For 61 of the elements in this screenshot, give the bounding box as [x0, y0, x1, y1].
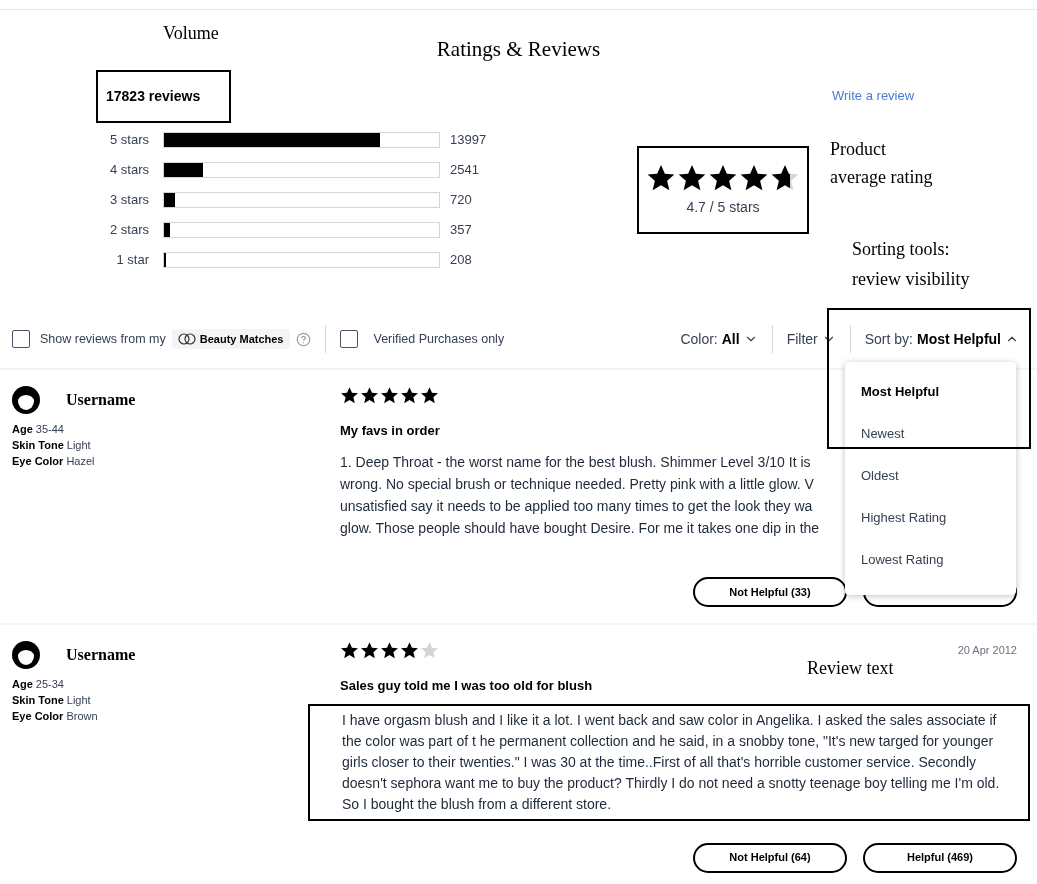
review-count: 17823 reviews [96, 70, 231, 123]
rating-count: 357 [450, 221, 472, 240]
annotation-label: Product average rating [830, 138, 933, 189]
rating-label: 4 stars [109, 161, 149, 180]
reviewer-detail: Skin Tone Light [12, 693, 92, 708]
rating-count: 2541 [450, 161, 479, 180]
beauty-matches-badge[interactable]: Beauty Matches [171, 328, 290, 350]
username: Username [66, 645, 136, 665]
avatar-icon [12, 641, 40, 669]
rating-label: 3 stars [109, 191, 149, 210]
star-icon [400, 386, 419, 405]
rings-icon [177, 333, 196, 345]
annotation-label: Sorting tools: review visibility [852, 238, 970, 291]
sort-option[interactable]: Most Helpful [845, 382, 1016, 424]
reviewer-detail: Eye Color Hazel [12, 454, 96, 469]
star-icon [420, 641, 439, 660]
review-date: 20 Apr 2012 [957, 643, 1017, 659]
review-text: I have orgasm blush and I like it a lot. I went back and saw color in Angelika. I asked the sales associate if the color was part of t he permanent collection and he said, in a snobby tone, "It's new targed for younger girls closer to their twenties." I was 30 at the time..First of all that's horrible customer service. Secondly doesn't sephora want me to buy the product? Thirdly I do not need a snotty teenage boy telling me I'm old. So I bought the blush from a different store. [308, 703, 1030, 821]
rating-count: 13997 [450, 131, 487, 150]
sort-option[interactable]: Highest Rating [845, 508, 1016, 550]
help-icon[interactable] [295, 331, 311, 347]
star-icon [380, 386, 399, 405]
section-heading: Ratings & Reviews [436, 36, 601, 62]
rating-label: 5 stars [109, 131, 149, 150]
star-icon [340, 641, 359, 660]
helpful-button[interactable]: Helpful (469) [863, 842, 1017, 873]
sort-dropdown[interactable]: Sort by: Most Helpful [864, 328, 1019, 350]
write-review-link[interactable]: Write a review [832, 88, 915, 103]
reviewer-detail: Skin Tone Light [12, 438, 92, 453]
review-text: 1. Deep Throat - the worst name for the best blush. Shimmer Level 3/10 It is wrong. No special brush or technique needed. Pretty pink with a little glow. V unsatisfied say it needs to be applied too many times to get the look they wa glow. Those people should have bought Desire. For me it takes one dip in the [340, 452, 820, 538]
avatar-icon [12, 386, 40, 414]
review-title: My favs in order [340, 422, 440, 440]
sort-option[interactable]: Newest [845, 424, 1016, 466]
not-helpful-button[interactable]: Not Helpful (33) [693, 577, 847, 607]
sort-option[interactable]: Oldest [845, 466, 1016, 508]
rating-label: 2 stars [109, 221, 149, 240]
rating-count: 720 [450, 191, 472, 210]
reviewer-detail: Age 25-34 [12, 677, 65, 692]
username: Username [66, 390, 136, 410]
star-icon [420, 386, 439, 405]
rating-label: 1 star [115, 251, 149, 270]
checkbox[interactable] [12, 330, 30, 348]
rating-count: 208 [450, 251, 472, 270]
color-dropdown[interactable]: Color: All [680, 328, 758, 350]
star-icon [360, 641, 379, 660]
star-icon [400, 641, 419, 660]
filter-dropdown[interactable]: Filter [786, 328, 836, 350]
star-icon [360, 386, 379, 405]
review-title: Sales guy told me I was too old for blush [340, 677, 594, 695]
reviewer-detail: Eye Color Brown [12, 709, 99, 724]
average-rating-text: 4.7 / 5 stars [686, 197, 760, 217]
star-icon [380, 641, 399, 660]
sort-option[interactable]: Lowest Rating [845, 550, 1016, 592]
annotation-label: Volume [163, 22, 219, 45]
annotation-label: Review text [807, 657, 894, 680]
checkbox[interactable] [339, 330, 358, 348]
star-icon [340, 386, 359, 405]
filter-label: Show reviews from my [40, 330, 166, 348]
filter-label: Verified Purchases only [373, 330, 505, 348]
not-helpful-button[interactable]: Not Helpful (64) [693, 842, 847, 873]
reviewer-detail: Age 35-44 [12, 422, 65, 437]
